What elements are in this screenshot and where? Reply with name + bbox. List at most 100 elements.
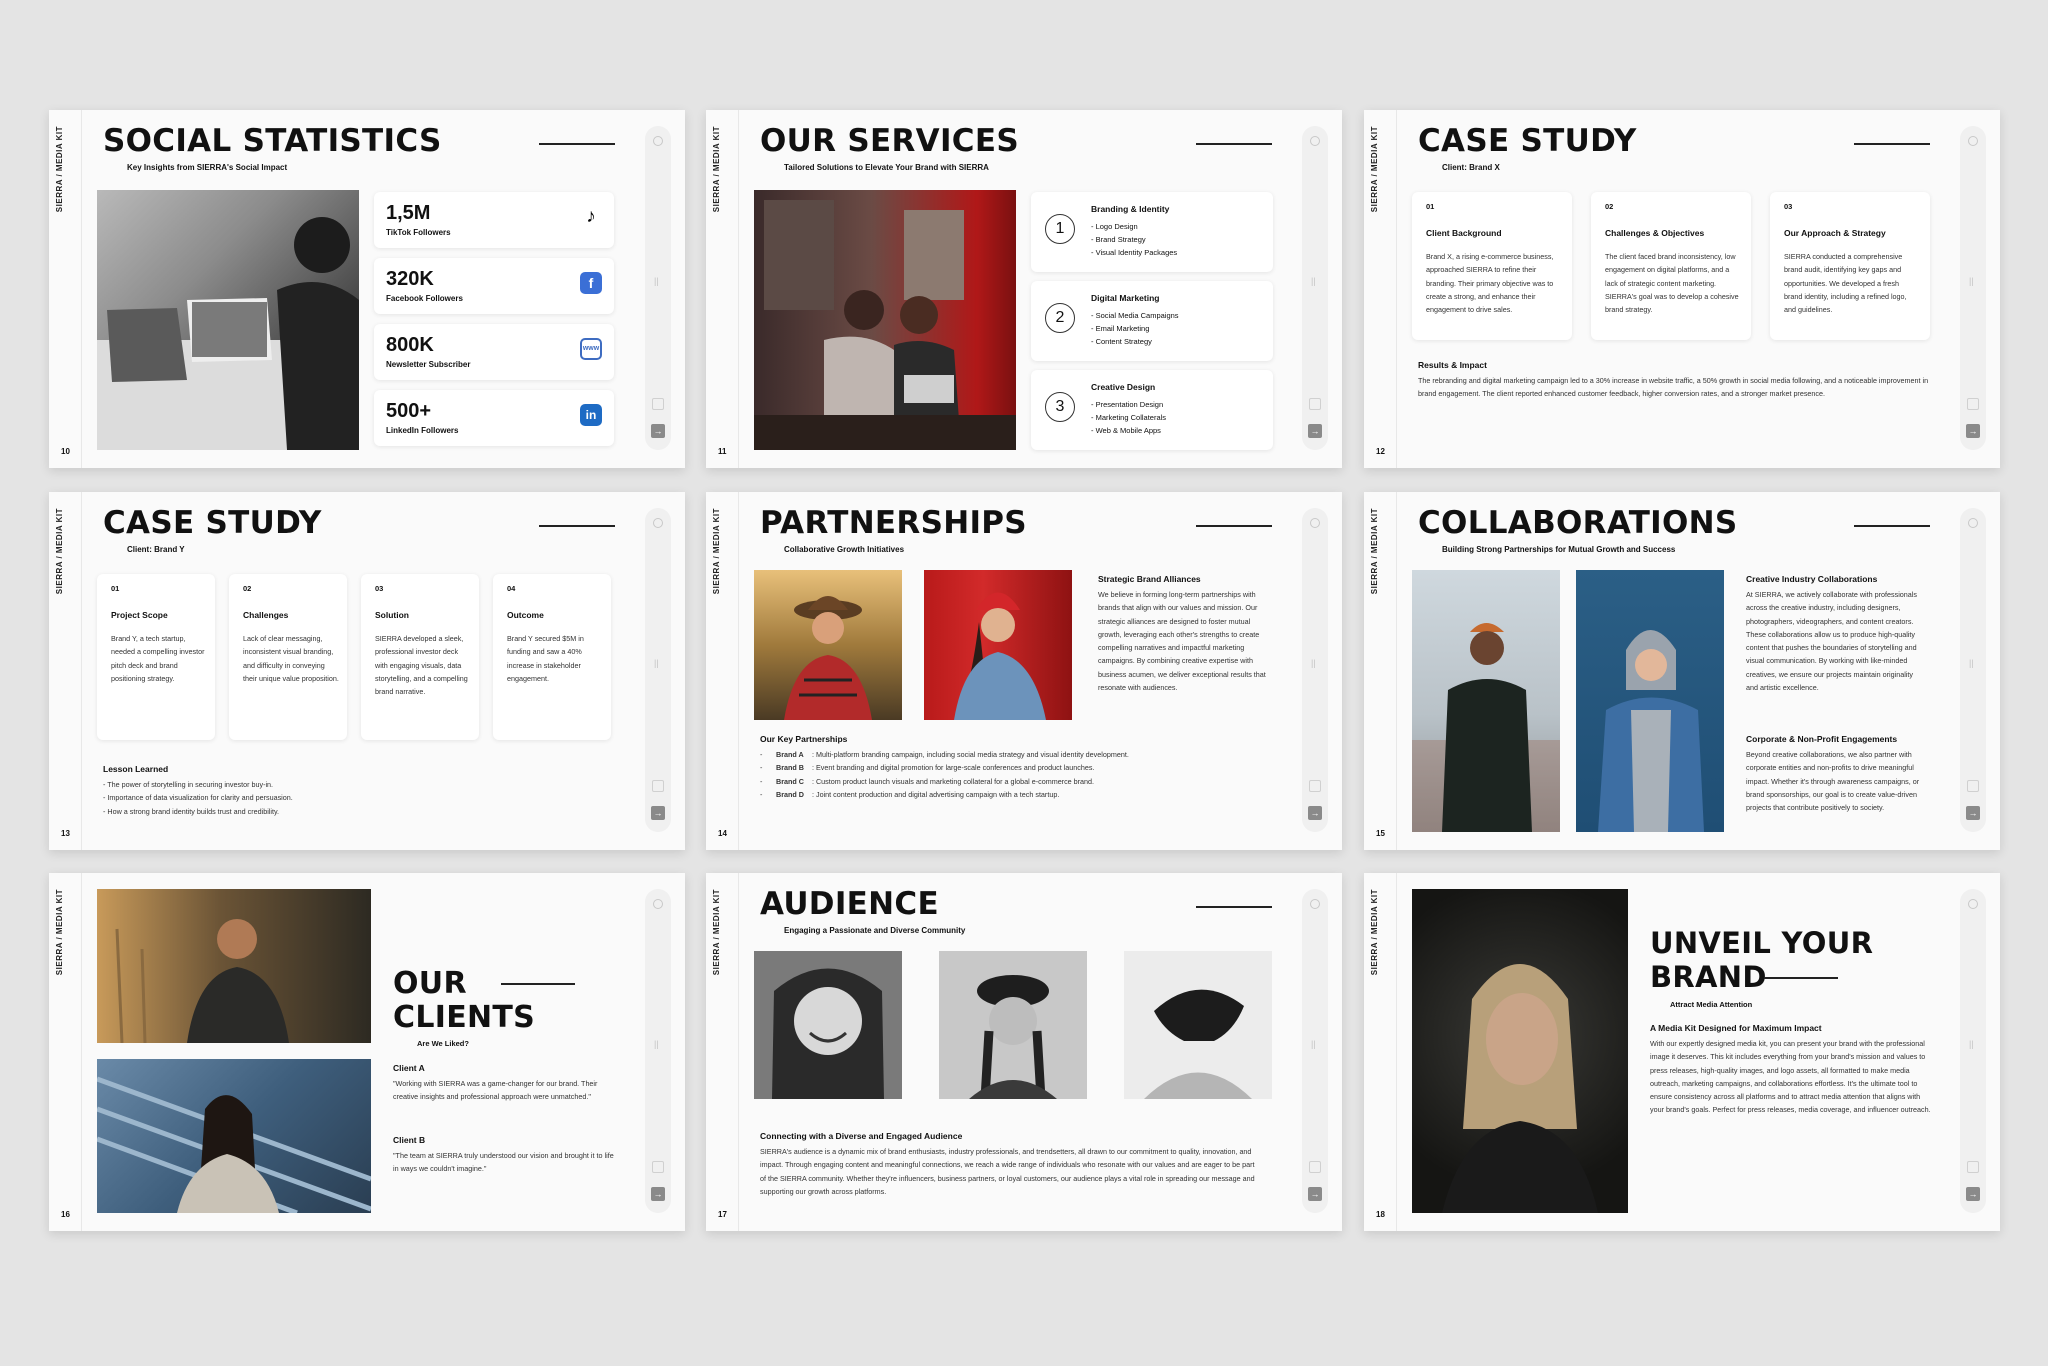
slide-title: COLLABORATIONS — [1418, 505, 1738, 541]
slide-subtitle: Attract Media Attention — [1670, 1000, 1753, 1009]
audience-heading: Connecting with a Diverse and Engaged Au… — [760, 1131, 963, 1141]
next-arrow-icon[interactable]: → — [1966, 1187, 1980, 1201]
slide-title-line1: UNVEIL YOUR — [1650, 926, 1874, 960]
stat-card-newsletter: 800K Newsletter Subscriber www — [374, 324, 614, 380]
slide-nav-rail: || → — [1302, 889, 1328, 1213]
linkedin-icon: in — [580, 404, 602, 426]
page-number: 18 — [1376, 1210, 1385, 1219]
case-card-02: 02 Challenges Lack of clear messaging, inc… — [229, 574, 347, 740]
case-card-01: 01 Project Scope Brand Y, a tech startup, … — [97, 574, 215, 740]
slide-subtitle: Tailored Solutions to Elevate Your Brand… — [784, 163, 989, 172]
slide-subtitle: Engaging a Passionate and Diverse Commun… — [784, 926, 966, 935]
slide-nav-rail: || → — [1960, 508, 1986, 832]
slide-subtitle: Client: Brand Y — [127, 545, 185, 554]
brand-label: SIERRA / MEDIA KIT — [712, 508, 721, 595]
page-number: 12 — [1376, 447, 1385, 456]
brand-label: SIERRA / MEDIA KIT — [1370, 889, 1379, 976]
page-number: 13 — [61, 829, 70, 838]
next-arrow-icon[interactable]: → — [1966, 424, 1980, 438]
slide-audience[interactable]: SIERRA / MEDIA KIT 17 AUDIENCE Engaging … — [706, 873, 1342, 1231]
slide-subtitle: Collaborative Growth Initiatives — [784, 545, 905, 554]
brand-label: SIERRA / MEDIA KIT — [712, 889, 721, 976]
client-b-quote: "The team at SIERRA truly understood our… — [393, 1151, 614, 1174]
next-arrow-icon[interactable]: → — [651, 1187, 665, 1201]
next-arrow-icon[interactable]: → — [1966, 806, 1980, 820]
slide-social-statistics[interactable]: SIERRA / MEDIA KIT 10 SOCIAL STATISTICS … — [49, 110, 685, 468]
slide-title: CASE STUDY — [103, 505, 322, 541]
slide-nav-rail: || → — [1960, 889, 1986, 1213]
portrait-woman-photo — [1412, 889, 1628, 1213]
slide-our-clients[interactable]: SIERRA / MEDIA KIT 16 OUR CLIENTS Are We… — [49, 873, 685, 1231]
slide-partnerships[interactable]: SIERRA / MEDIA KIT 14 PARTNERSHIPS Colla… — [706, 492, 1342, 850]
slide-nav-rail: || → — [1302, 508, 1328, 832]
next-arrow-icon[interactable]: → — [1308, 806, 1322, 820]
slide-nav-rail: || → — [645, 508, 671, 832]
slide-title: CASE STUDY — [1418, 123, 1637, 159]
lesson-heading: Lesson Learned — [103, 764, 169, 774]
case-card-03: 03 Solution SIERRA developed a sleek, prof… — [361, 574, 479, 740]
hair-flip-woman-photo — [1124, 951, 1272, 1099]
service-card-3: 3Creative DesignPresentation DesignMarke… — [1031, 370, 1273, 450]
slide-subtitle: Building Strong Partnerships for Mutual … — [1442, 545, 1676, 554]
page-number: 10 — [61, 447, 70, 456]
next-arrow-icon[interactable]: → — [651, 806, 665, 820]
next-arrow-icon[interactable]: → — [651, 424, 665, 438]
slide-case-study-y[interactable]: SIERRA / MEDIA KIT 13 CASE STUDY Client:… — [49, 492, 685, 850]
creative-collab-heading: Creative Industry Collaborations — [1746, 574, 1878, 584]
slide-nav-rail: || → — [645, 126, 671, 450]
next-arrow-icon[interactable]: → — [1308, 424, 1322, 438]
brand-label: SIERRA / MEDIA KIT — [55, 126, 64, 213]
slide-case-study-x[interactable]: SIERRA / MEDIA KIT 12 CASE STUDY Client:… — [1364, 110, 2000, 468]
results-heading: Results & Impact — [1418, 360, 1487, 370]
slide-subtitle: Client: Brand X — [1442, 163, 1500, 172]
slide-subtitle: Key Insights from SIERRA's Social Impact — [127, 163, 288, 172]
facebook-icon: f — [580, 272, 602, 294]
slide-our-services[interactable]: SIERRA / MEDIA KIT 11 OUR SERVICES Tailo… — [706, 110, 1342, 468]
brand-label: SIERRA / MEDIA KIT — [712, 126, 721, 213]
media-kit-body: With our expertly designed media kit, yo… — [1650, 1039, 1931, 1115]
slide-title-line1: OUR — [393, 966, 467, 1001]
woman-stairs-photo — [97, 1059, 371, 1213]
alliance-body: We believe in forming long-term partners… — [1098, 590, 1266, 693]
slide-title: PARTNERSHIPS — [760, 505, 1027, 541]
results-body: The rebranding and digital marketing cam… — [1418, 376, 1929, 399]
woman-hoodie-photo — [1576, 570, 1724, 832]
corporate-heading: Corporate & Non-Profit Engagements — [1746, 734, 1898, 744]
man-crossed-arms-photo — [97, 889, 371, 1043]
slide-title: SOCIAL STATISTICS — [103, 123, 442, 159]
case-card-02: 02 Challenges & Objectives The client face… — [1591, 192, 1751, 340]
client-b-name: Client B — [393, 1135, 426, 1145]
woman-hat-photo — [754, 570, 902, 720]
slide-collaborations[interactable]: SIERRA / MEDIA KIT 15 COLLABORATIONS Bui… — [1364, 492, 2000, 850]
case-card-01: 01 Client Background Brand X, a rising e-c… — [1412, 192, 1572, 340]
page-number: 14 — [718, 829, 727, 838]
brand-label: SIERRA / MEDIA KIT — [1370, 126, 1379, 213]
cafe-laptop-photo — [754, 190, 1016, 450]
page-number: 17 — [718, 1210, 727, 1219]
partner-list: - Brand A: Multi-platform branding campai… — [760, 750, 1129, 799]
corporate-body: Beyond creative collaborations, we also … — [1746, 750, 1920, 813]
audience-body: SIERRA's audience is a dynamic mix of br… — [760, 1147, 1255, 1196]
case-card-03: 03 Our Approach & Strategy SIERRA conducte… — [1770, 192, 1930, 340]
www-icon: www — [580, 338, 602, 360]
brand-label: SIERRA / MEDIA KIT — [55, 508, 64, 595]
stat-card-linkedin: 500+ LinkedIn Followers in — [374, 390, 614, 446]
brand-label: SIERRA / MEDIA KIT — [1370, 508, 1379, 595]
smiling-woman-photo — [754, 951, 902, 1099]
beret-woman-photo — [939, 951, 1087, 1099]
page-number: 11 — [718, 447, 727, 456]
slide-unveil-brand[interactable]: SIERRA / MEDIA KIT 18 UNVEIL YOUR BRAND … — [1364, 873, 2000, 1231]
slide-nav-rail: || → — [645, 889, 671, 1213]
stat-card-facebook: 320K Facebook Followers f — [374, 258, 614, 314]
slide-title-line2: CLIENTS — [393, 1000, 536, 1035]
slide-title-line2: BRAND — [1650, 960, 1767, 994]
key-partnerships-heading: Our Key Partnerships — [760, 734, 848, 744]
lesson-list: The power of storytelling in securing in… — [103, 778, 603, 818]
creative-collab-body: At SIERRA, we actively collaborate with … — [1746, 590, 1917, 693]
next-arrow-icon[interactable]: → — [1308, 1187, 1322, 1201]
tiktok-icon: ♪ — [580, 206, 602, 228]
slide-subtitle: Are We Liked? — [417, 1039, 469, 1048]
laptop-meeting-photo — [97, 190, 359, 450]
page-number: 16 — [61, 1210, 70, 1219]
client-a-name: Client A — [393, 1063, 425, 1073]
